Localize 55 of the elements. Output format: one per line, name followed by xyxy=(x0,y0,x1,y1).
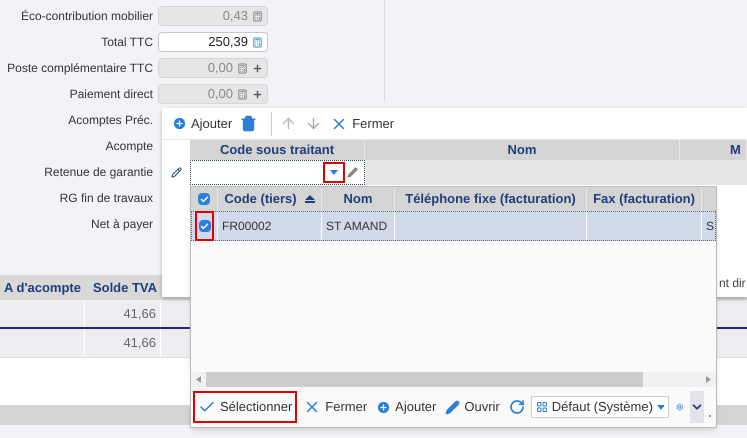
toolbar-button[interactable]: Sélectionner xyxy=(193,391,298,423)
table-cell: 41,66 xyxy=(85,329,161,357)
sort-icon xyxy=(304,195,315,203)
caret-icon xyxy=(330,170,338,175)
toolbar-button[interactable]: Ajouter xyxy=(170,112,234,136)
number-field[interactable]: 250,39 xyxy=(158,32,268,52)
pencil-icon[interactable] xyxy=(347,167,358,178)
column-header[interactable]: Nom xyxy=(365,140,680,160)
table-row[interactable]: FR00002 ST AMAND S xyxy=(191,211,716,241)
column-header[interactable]: A d'acompte xyxy=(0,275,85,300)
dropdown-button[interactable] xyxy=(323,162,345,183)
scroll-right-icon[interactable] xyxy=(706,376,711,383)
field-label: Retenue de garantie xyxy=(43,164,153,181)
refresh-icon xyxy=(508,399,525,415)
table-cell: 41,66 xyxy=(85,300,161,327)
calculator-icon[interactable] xyxy=(252,10,263,22)
grid-icon xyxy=(536,400,548,414)
calculator-icon[interactable] xyxy=(237,88,248,100)
column-header[interactable]: Code sous traitant xyxy=(190,140,365,160)
pencil-icon xyxy=(445,400,460,414)
column-header: nt dir xyxy=(719,275,747,292)
toolbar-button[interactable]: Fermer xyxy=(328,112,396,136)
table-cell: S xyxy=(701,212,715,240)
table-cell: FR00002 xyxy=(217,212,321,240)
field-label: Total TTC xyxy=(100,34,153,51)
field-label: Net à payer xyxy=(90,216,153,233)
toolbar-button[interactable]: Ouvrir xyxy=(442,391,503,423)
add-icon xyxy=(172,116,187,131)
field-label: Acompte xyxy=(104,138,153,155)
check-icon xyxy=(200,194,208,204)
scroll-left-icon[interactable] xyxy=(196,376,201,383)
more-button[interactable] xyxy=(690,391,704,423)
column-header[interactable]: Solde TVA xyxy=(85,275,161,300)
table-cell: ST AMAND xyxy=(321,212,394,240)
edit-icon[interactable] xyxy=(170,167,182,178)
calculator-icon[interactable] xyxy=(237,62,248,74)
field-label: Poste complémentaire TTC xyxy=(6,60,153,77)
horizontal-scrollbar[interactable] xyxy=(191,372,716,387)
checkbox[interactable] xyxy=(195,211,214,241)
toolbar-button[interactable]: Fermer xyxy=(300,391,370,423)
calculator-icon[interactable] xyxy=(252,36,263,48)
field-label: RG fin de travaux xyxy=(58,190,153,207)
check-icon xyxy=(200,222,209,230)
field-label: Paiement direct xyxy=(68,86,153,103)
field-label: Éco-contribution mobilier xyxy=(20,8,153,25)
view-select[interactable]: Défaut (Système) xyxy=(530,396,669,418)
checkbox[interactable] xyxy=(198,193,210,205)
trash-icon xyxy=(240,115,258,132)
plus-icon[interactable] xyxy=(252,62,263,74)
add-icon xyxy=(376,400,392,414)
plus-icon[interactable] xyxy=(252,88,263,100)
field-label: Acomptes Préc. xyxy=(67,112,153,129)
filter-field[interactable] xyxy=(190,160,365,185)
toolbar-button[interactable]: Ajouter xyxy=(373,391,440,423)
column-header[interactable]: M xyxy=(680,140,747,160)
